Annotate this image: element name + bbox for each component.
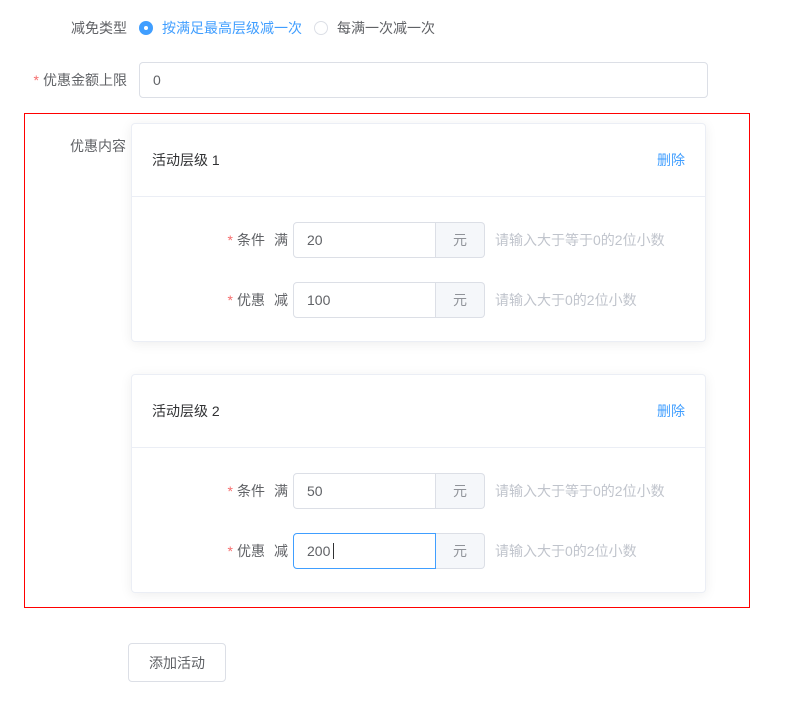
condition-prefix: 满 bbox=[274, 481, 288, 501]
discount-row: *优惠 减 元 请输入大于0的2位小数 bbox=[132, 282, 705, 318]
condition-row: *条件 满 元 请输入大于等于0的2位小数 bbox=[132, 473, 705, 509]
condition-input-group: 元 bbox=[293, 222, 485, 258]
condition-label: *条件 bbox=[132, 230, 265, 250]
discount-amount-input-focused[interactable] bbox=[293, 533, 436, 569]
radio-unselected-icon[interactable] bbox=[314, 21, 328, 35]
discount-label-text: 优惠 bbox=[237, 543, 265, 559]
add-activity-button[interactable]: 添加活动 bbox=[128, 643, 226, 682]
discount-prefix: 减 bbox=[274, 541, 288, 561]
condition-label: *条件 bbox=[132, 481, 265, 501]
required-mark: * bbox=[34, 72, 39, 88]
tier-card-title: 活动层级 1 bbox=[152, 150, 220, 170]
radio-option-highest-tier[interactable]: 按满足最高层级减一次 bbox=[139, 18, 302, 38]
discount-cap-label-text: 优惠金额上限 bbox=[43, 72, 127, 88]
discount-content-label: 优惠内容 bbox=[25, 123, 126, 156]
discount-prefix: 减 bbox=[274, 290, 288, 310]
discount-cap-row: *优惠金额上限 bbox=[0, 62, 812, 98]
input-hint: 请输入大于等于0的2位小数 bbox=[495, 481, 665, 501]
discount-label: *优惠 bbox=[132, 290, 265, 310]
tier-card-body: *条件 满 元 请输入大于等于0的2位小数 *优惠 减 bbox=[132, 448, 705, 592]
reduction-type-radio-group: 按满足最高层级减一次 每满一次减一次 bbox=[139, 18, 447, 38]
discount-input-group: 元 bbox=[293, 282, 485, 318]
tier-card-1: 活动层级 1 删除 *条件 满 元 请输入大于等于0的2位小数 *优惠 bbox=[131, 123, 706, 342]
delete-tier-button[interactable]: 删除 bbox=[657, 401, 685, 421]
required-mark: * bbox=[228, 292, 233, 308]
required-mark: * bbox=[228, 232, 233, 248]
radio-option-every-time[interactable]: 每满一次减一次 bbox=[314, 18, 435, 38]
condition-label-text: 条件 bbox=[237, 483, 265, 499]
tier-card-header: 活动层级 2 删除 bbox=[132, 375, 705, 448]
input-hint: 请输入大于等于0的2位小数 bbox=[495, 230, 665, 250]
radio-option-label[interactable]: 每满一次减一次 bbox=[337, 18, 435, 38]
radio-option-label[interactable]: 按满足最高层级减一次 bbox=[162, 18, 302, 38]
condition-input-group: 元 bbox=[293, 473, 485, 509]
reduction-type-label: 减免类型 bbox=[0, 18, 127, 38]
unit-append: 元 bbox=[436, 473, 485, 509]
radio-selected-icon[interactable] bbox=[139, 21, 153, 35]
condition-amount-input[interactable] bbox=[293, 222, 436, 258]
unit-append: 元 bbox=[436, 533, 485, 569]
discount-content-outline: 优惠内容 活动层级 1 删除 *条件 满 元 请输入大于等于 bbox=[24, 113, 750, 608]
required-mark: * bbox=[228, 483, 233, 499]
reduction-type-row: 减免类型 按满足最高层级减一次 每满一次减一次 bbox=[0, 14, 812, 42]
discount-input-group: 元 bbox=[293, 533, 485, 569]
tier-card-title: 活动层级 2 bbox=[152, 401, 220, 421]
tier-card-body: *条件 满 元 请输入大于等于0的2位小数 *优惠 减 元 bbox=[132, 197, 705, 341]
condition-amount-input[interactable] bbox=[293, 473, 436, 509]
discount-amount-input[interactable] bbox=[293, 282, 436, 318]
discount-label-text: 优惠 bbox=[237, 292, 265, 308]
condition-label-text: 条件 bbox=[237, 232, 265, 248]
condition-prefix: 满 bbox=[274, 230, 288, 250]
discount-label: *优惠 bbox=[132, 541, 265, 561]
tier-card-header: 活动层级 1 删除 bbox=[132, 124, 705, 197]
required-mark: * bbox=[228, 543, 233, 559]
unit-append: 元 bbox=[436, 282, 485, 318]
discount-cap-label: *优惠金额上限 bbox=[0, 70, 127, 90]
tier-card-list: 活动层级 1 删除 *条件 满 元 请输入大于等于0的2位小数 *优惠 bbox=[131, 123, 706, 593]
discount-cap-input[interactable] bbox=[139, 62, 708, 98]
discount-row: *优惠 减 元 请输入大于0的2位小数 bbox=[132, 533, 705, 569]
unit-append: 元 bbox=[436, 222, 485, 258]
condition-row: *条件 满 元 请输入大于等于0的2位小数 bbox=[132, 222, 705, 258]
tier-card-2: 活动层级 2 删除 *条件 满 元 请输入大于等于0的2位小数 *优惠 bbox=[131, 374, 706, 593]
input-hint: 请输入大于0的2位小数 bbox=[495, 541, 637, 561]
delete-tier-button[interactable]: 删除 bbox=[657, 150, 685, 170]
promotion-form-page: 减免类型 按满足最高层级减一次 每满一次减一次 *优惠金额上限 优惠内容 活动层… bbox=[0, 14, 812, 717]
input-hint: 请输入大于0的2位小数 bbox=[495, 290, 637, 310]
